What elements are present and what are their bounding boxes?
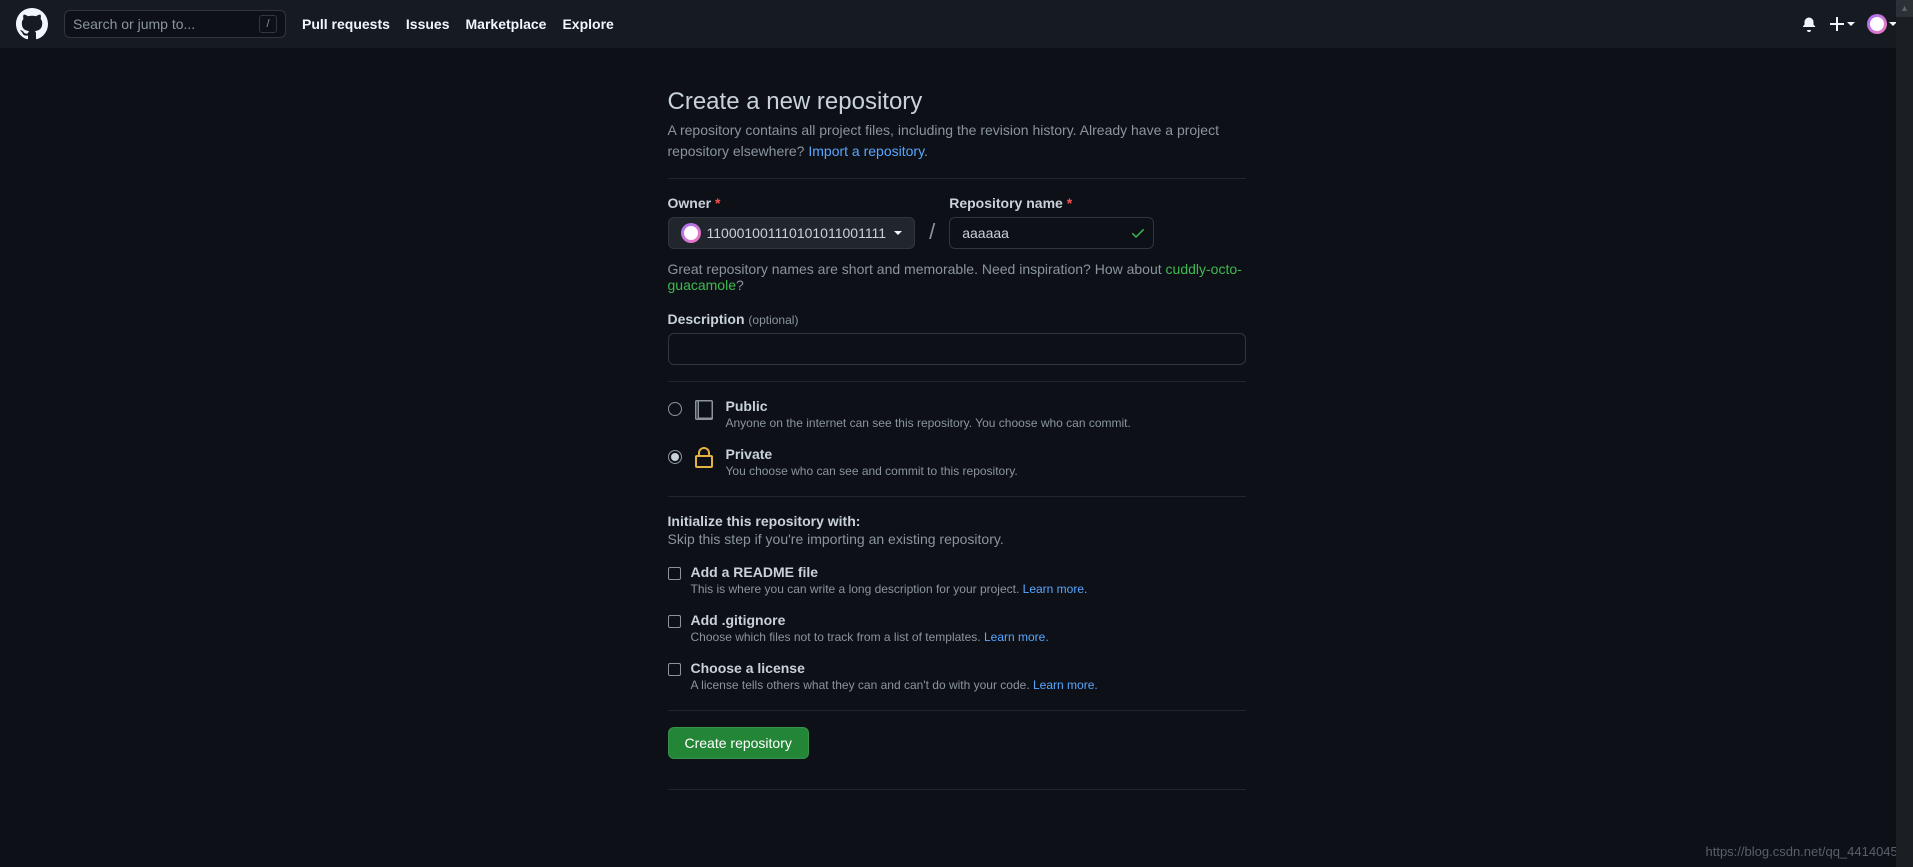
global-header: / Pull requests Issues Marketplace Explo… — [0, 0, 1913, 48]
nav-pull-requests[interactable]: Pull requests — [302, 16, 390, 32]
watermark: https://blog.csdn.net/qq_44140450 — [1706, 844, 1906, 859]
path-separator: / — [925, 219, 939, 249]
readme-learn-more[interactable]: Learn more. — [1023, 582, 1088, 596]
license-learn-more[interactable]: Learn more. — [1033, 678, 1098, 692]
global-search[interactable]: / — [64, 10, 286, 38]
create-new-dropdown[interactable] — [1829, 16, 1855, 32]
user-menu-dropdown[interactable] — [1867, 14, 1897, 34]
new-repo-form: Create a new repository A repository con… — [668, 88, 1246, 790]
plus-icon — [1829, 16, 1845, 32]
owner-select[interactable]: 110001001110101011001111 — [668, 217, 916, 249]
public-title: Public — [726, 398, 1131, 414]
scrollbar[interactable]: ▴ — [1896, 0, 1913, 867]
visibility-private-radio[interactable] — [668, 450, 682, 464]
public-desc: Anyone on the internet can see this repo… — [726, 414, 1131, 432]
page-subtitle: A repository contains all project files,… — [668, 120, 1246, 162]
caret-down-icon — [894, 231, 902, 235]
readme-desc: This is where you can write a long descr… — [691, 580, 1088, 598]
description-input[interactable] — [668, 333, 1246, 365]
repo-icon — [692, 398, 716, 422]
github-logo-icon[interactable] — [16, 8, 48, 40]
lock-icon — [692, 446, 716, 470]
notifications-icon[interactable] — [1801, 16, 1817, 32]
check-icon — [1130, 225, 1146, 241]
page-title: Create a new repository — [668, 88, 1246, 116]
license-desc: A license tells others what they can and… — [691, 676, 1098, 694]
nav-issues[interactable]: Issues — [406, 16, 450, 32]
readme-title: Add a README file — [691, 564, 1088, 580]
slash-key-hint: / — [259, 15, 277, 33]
owner-name: 110001001110101011001111 — [707, 225, 887, 241]
private-desc: You choose who can see and commit to thi… — [726, 462, 1018, 480]
nav-marketplace[interactable]: Marketplace — [466, 16, 547, 32]
init-skip-note: Skip this step if you're importing an ex… — [668, 529, 1246, 550]
visibility-public-radio[interactable] — [668, 402, 682, 416]
private-title: Private — [726, 446, 1018, 462]
search-input[interactable] — [73, 16, 259, 32]
gitignore-title: Add .gitignore — [691, 612, 1049, 628]
owner-avatar — [681, 223, 701, 243]
avatar — [1867, 14, 1887, 34]
caret-down-icon — [1847, 22, 1855, 26]
gitignore-checkbox[interactable] — [668, 615, 681, 628]
init-heading: Initialize this repository with: — [668, 513, 1246, 529]
repo-name-input[interactable] — [949, 217, 1154, 249]
license-title: Choose a license — [691, 660, 1098, 676]
name-suggestion: Great repository names are short and mem… — [668, 261, 1246, 293]
primary-nav: Pull requests Issues Marketplace Explore — [302, 16, 614, 32]
license-checkbox[interactable] — [668, 663, 681, 676]
import-repo-link[interactable]: Import a repository — [808, 143, 924, 159]
scroll-up-icon[interactable]: ▴ — [1896, 0, 1913, 17]
description-label: Description (optional) — [668, 311, 799, 327]
gitignore-desc: Choose which files not to track from a l… — [691, 628, 1049, 646]
readme-checkbox[interactable] — [668, 567, 681, 580]
owner-label: Owner — [668, 195, 916, 211]
repo-name-label: Repository name — [949, 195, 1154, 211]
nav-explore[interactable]: Explore — [562, 16, 613, 32]
create-repository-button[interactable]: Create repository — [668, 727, 809, 759]
gitignore-learn-more[interactable]: Learn more. — [984, 630, 1049, 644]
